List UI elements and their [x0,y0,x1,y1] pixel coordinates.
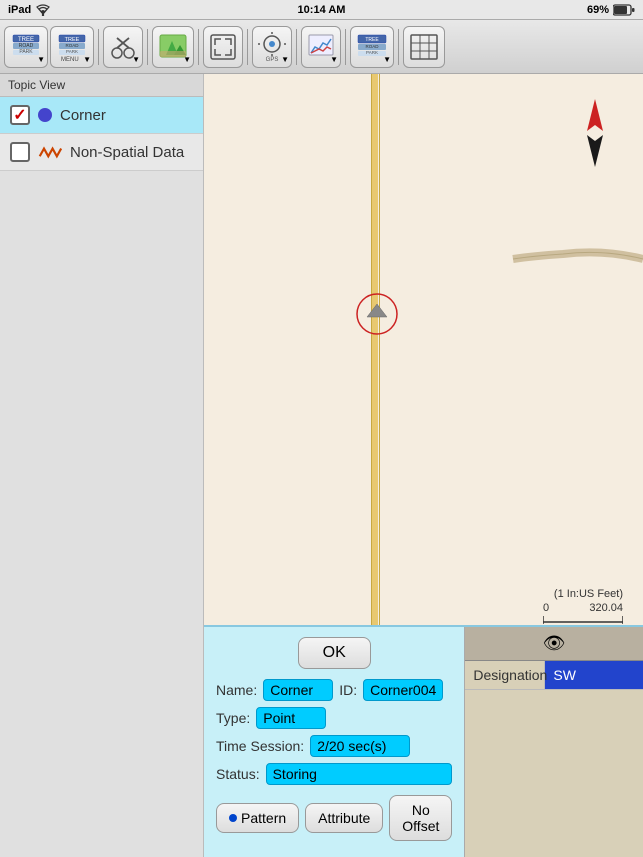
battery-icon [613,4,635,16]
layers2-button[interactable]: TREE ROAD PARK ▼ [350,26,394,68]
corner-label: Corner [60,107,106,124]
attr-col-val-0: SW [545,661,643,689]
id-label: ID: [339,682,357,698]
toolbar-separator-7 [398,29,399,65]
status-bar-right: 69% [587,4,635,16]
main-content: Topic View ✓ Corner Non-Spatial Data [0,74,643,857]
status-bar-left: iPad [8,4,51,16]
dropdown-arrow3: ▼ [132,55,140,64]
name-input[interactable]: Corner [263,679,333,701]
expand-icon [209,33,237,61]
battery-percent: 69% [587,4,609,16]
name-label: Name: [216,682,257,698]
svg-text:ROAD: ROAD [65,43,79,48]
corner-checkbox[interactable]: ✓ [10,105,30,125]
attribute-button[interactable]: Attribute [305,803,383,833]
road-path [443,204,643,284]
nonspatial-label: Non-Spatial Data [70,144,184,161]
sidebar-item-corner[interactable]: ✓ Corner [0,97,203,134]
attr-col-key-0: Designation [465,661,545,689]
no-offset-button[interactable]: No Offset [389,795,452,841]
dropdown-arrow: ▼ [37,55,45,64]
status-row: Status: Storing [216,763,452,785]
grid-icon [409,33,439,61]
eye-icon: 👁 [543,633,566,654]
ok-button[interactable]: OK [298,637,371,669]
type-label: Type: [216,710,250,726]
toolbar-separator-2 [147,29,148,65]
nonspatial-checkbox[interactable] [10,142,30,162]
toolbar: TREE ROAD PARK ▼ TREE ROAD PARK MENU ▼ ▼ [0,20,643,74]
attr-row-0[interactable]: Designation SW [465,661,643,690]
time-session-label: Time Session: [216,738,304,754]
scale-labels: 0 320.04 [543,602,623,614]
attr-panel: 👁 Designation SW [464,627,643,857]
svg-text:PARK: PARK [19,49,33,55]
status-label: Status: [216,766,260,782]
name-id-row: Name: Corner ID: Corner004 [216,679,452,701]
toolbar-separator-6 [345,29,346,65]
svg-text:TREE: TREE [365,37,379,43]
scissors-button[interactable]: ▼ [103,26,143,68]
svg-text:MENU: MENU [61,57,79,63]
dropdown-arrow5: ▼ [281,55,289,64]
status-bar: iPad 10:14 AM 69% [0,0,643,20]
wifi-icon [35,4,51,16]
grid-button[interactable] [403,26,445,68]
bottom-panel: OK Name: Corner ID: Corner004 Type: Poin… [204,625,643,857]
menu-button[interactable]: TREE ROAD PARK MENU ▼ [50,26,94,68]
svg-text:PARK: PARK [66,49,78,54]
svg-text:GPS: GPS [266,57,279,62]
dropdown-arrow2: ▼ [83,55,91,64]
gps-button[interactable]: GPS ▼ [252,26,292,68]
scale-bar: (1 In:US Feet) 0 320.04 [543,588,623,627]
type-row: Type: Point [216,707,452,729]
map-marker [352,289,402,339]
time-session-value[interactable]: 2/20 sec(s) [310,735,410,757]
attr-header: 👁 [465,627,643,661]
terrain-button[interactable]: ▼ [152,26,194,68]
dropdown-arrow7: ▼ [383,55,391,64]
scale-label: (1 In:US Feet) [543,588,623,600]
scale-line-svg [543,614,623,624]
dropdown-arrow4: ▼ [183,55,191,64]
zigzag-icon [38,144,62,160]
map-area[interactable]: (1 In:US Feet) 0 320.04 Level OK [204,74,643,857]
attr-table: Designation SW [465,661,643,690]
expand-button[interactable] [203,26,243,68]
toolbar-separator-4 [247,29,248,65]
toolbar-separator-3 [198,29,199,65]
sidebar-header: Topic View [0,74,203,97]
id-input[interactable]: Corner004 [363,679,443,701]
checkmark-icon: ✓ [13,105,26,125]
form-area: OK Name: Corner ID: Corner004 Type: Poin… [204,627,464,857]
sidebar-item-nonspatial[interactable]: Non-Spatial Data [0,134,203,171]
status-value[interactable]: Storing [266,763,453,785]
dropdown-arrow6: ▼ [330,55,338,64]
toolbar-separator-5 [296,29,297,65]
time-session-row: Time Session: 2/20 sec(s) [216,735,452,757]
pattern-dot-icon [229,814,237,822]
bottom-btn-row: Pattern Attribute No Offset [216,795,452,841]
device-label: iPad [8,4,31,16]
svg-text:PARK: PARK [366,50,378,55]
sidebar: Topic View ✓ Corner Non-Spatial Data [0,74,204,857]
pattern-button[interactable]: Pattern [216,803,299,833]
status-bar-time: 10:14 AM [298,4,346,16]
corner-dot-icon [38,108,52,122]
north-arrow [575,99,615,167]
layers-button[interactable]: TREE ROAD PARK ▼ [4,26,48,68]
chart-button[interactable]: ▼ [301,26,341,68]
ok-btn-row: OK [216,637,452,669]
type-input[interactable]: Point [256,707,326,729]
svg-text:ROAD: ROAD [365,44,379,49]
toolbar-separator-1 [98,29,99,65]
